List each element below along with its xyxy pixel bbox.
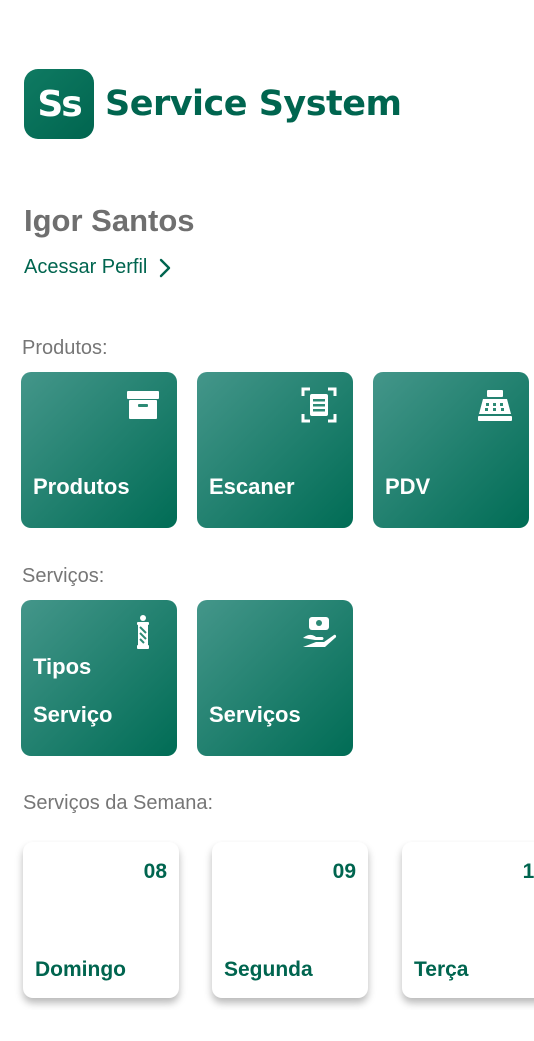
- day-number: 10: [522, 860, 534, 883]
- hand-service-icon: [303, 617, 337, 647]
- user-name: Igor Santos: [24, 203, 195, 238]
- app-logo: Ss Service System: [24, 69, 402, 139]
- app-name: Service System: [105, 84, 402, 124]
- tile-label-line1: Tipos: [33, 654, 92, 679]
- tile-escaner[interactable]: Escaner: [197, 372, 353, 528]
- tile-tipos-servico[interactable]: Tipos Serviço: [21, 600, 177, 756]
- logo-badge: Ss: [24, 69, 94, 139]
- day-card-terca[interactable]: 10 Terça: [402, 842, 534, 998]
- cash-register-icon: [478, 390, 512, 421]
- tile-label: Escaner: [209, 474, 295, 499]
- chevron-right-icon: [160, 258, 171, 277]
- day-name: Terça: [414, 958, 469, 981]
- tile-label-line2: Serviço: [33, 702, 113, 727]
- tile-servicos[interactable]: Serviços: [197, 600, 353, 756]
- day-number: 08: [143, 860, 167, 883]
- day-card-segunda[interactable]: 09 Segunda: [212, 842, 368, 998]
- tile-produtos[interactable]: Produtos: [21, 372, 177, 528]
- day-number: 09: [332, 860, 356, 883]
- barber-pole-icon: [137, 615, 149, 649]
- section-label-servicos: Serviços:: [22, 565, 105, 587]
- tile-label: Serviços: [209, 702, 301, 727]
- day-card-domingo[interactable]: 08 Domingo: [23, 842, 179, 998]
- section-label-semana: Serviços da Semana:: [23, 792, 214, 814]
- scanner-icon: [301, 387, 337, 423]
- week-carousel[interactable]: 08 Domingo 09 Segunda 10 Terça: [0, 840, 534, 1010]
- tile-label: Tipos Serviço: [33, 643, 113, 739]
- section-label-produtos: Produtos:: [22, 337, 108, 359]
- access-profile-label: Acessar Perfil: [24, 256, 148, 278]
- day-name: Segunda: [224, 958, 313, 981]
- tile-label: Produtos: [33, 474, 130, 499]
- archive-box-icon: [127, 391, 159, 419]
- day-name: Domingo: [35, 958, 126, 981]
- access-profile-link[interactable]: Acessar Perfil: [24, 256, 171, 279]
- tile-pdv[interactable]: PDV: [373, 372, 529, 528]
- tile-label: PDV: [385, 474, 431, 499]
